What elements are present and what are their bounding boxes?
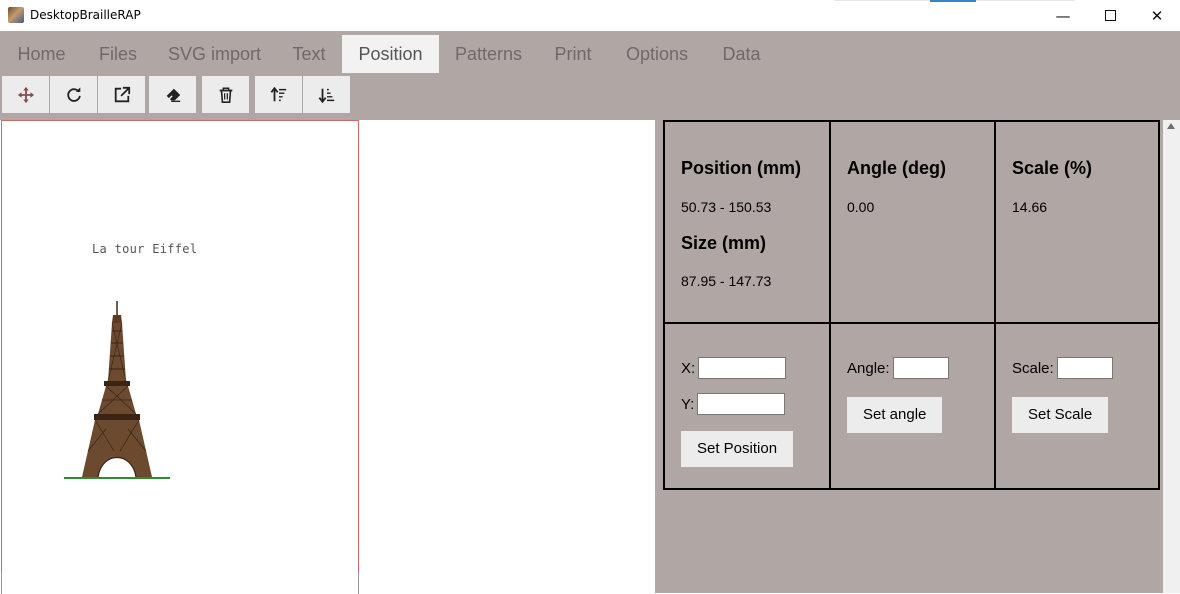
set-scale-button[interactable]: Set Scale bbox=[1012, 397, 1109, 433]
sort-up-button[interactable] bbox=[255, 76, 302, 113]
y-input[interactable] bbox=[697, 393, 786, 415]
tab-svg-import[interactable]: SVG import bbox=[153, 35, 276, 73]
angle-cell: Angle (deg) 0.00 bbox=[829, 120, 996, 324]
angle-form-cell: Angle: Set angle bbox=[829, 322, 996, 490]
x-input[interactable] bbox=[698, 357, 787, 379]
page-next bbox=[1, 572, 359, 594]
maximize-button[interactable] bbox=[1087, 0, 1133, 31]
set-position-button[interactable]: Set Position bbox=[681, 431, 794, 467]
erase-button[interactable] bbox=[149, 76, 196, 113]
angle-label: Angle: bbox=[847, 359, 890, 377]
y-row: Y: bbox=[681, 393, 813, 415]
tab-data[interactable]: Data bbox=[706, 35, 777, 73]
angle-value: 0.00 bbox=[847, 199, 875, 215]
angle-heading: Angle (deg) bbox=[847, 158, 946, 178]
close-icon: ✕ bbox=[1150, 6, 1164, 25]
tab-patterns[interactable]: Patterns bbox=[439, 35, 538, 73]
rotate-button[interactable] bbox=[50, 76, 97, 113]
menu-bar: Home Files SVG import Text Position Patt… bbox=[0, 31, 1180, 73]
x-row: X: bbox=[681, 357, 813, 379]
document-text[interactable]: La tour Eiffel bbox=[92, 242, 197, 256]
scroll-up-icon[interactable] bbox=[1167, 123, 1175, 129]
tab-home[interactable]: Home bbox=[0, 35, 83, 73]
scale-row: Scale: bbox=[1012, 357, 1142, 379]
eraser-icon bbox=[166, 88, 180, 102]
eiffel-tower-image[interactable] bbox=[62, 301, 172, 481]
export-button[interactable] bbox=[98, 76, 145, 113]
title-bar: DesktopBrailleRAP — ✕ bbox=[0, 0, 1180, 31]
position-heading: Position (mm) bbox=[681, 158, 801, 178]
tab-position[interactable]: Position bbox=[342, 35, 439, 73]
size-value: 87.95 - 147.73 bbox=[681, 273, 772, 289]
page[interactable]: La tour Eiffel bbox=[1, 120, 359, 573]
scale-input[interactable] bbox=[1056, 357, 1113, 379]
size-heading: Size (mm) bbox=[681, 233, 767, 253]
tab-options[interactable]: Options bbox=[608, 35, 706, 73]
title-accent bbox=[930, 0, 976, 2]
set-angle-button[interactable]: Set angle bbox=[847, 397, 943, 433]
toolbar bbox=[0, 73, 1180, 120]
scale-form-cell: Scale: Set Scale bbox=[994, 322, 1160, 490]
tab-print[interactable]: Print bbox=[538, 35, 608, 73]
scale-cell: Scale (%) 14.66 bbox=[994, 120, 1160, 324]
maximize-icon bbox=[1104, 10, 1116, 21]
rotate-icon bbox=[66, 86, 81, 102]
scale-label: Scale: bbox=[1012, 359, 1054, 377]
position-cell: Position (mm) 50.73 - 150.53 Size (mm) 8… bbox=[663, 120, 831, 324]
angle-row: Angle: bbox=[847, 357, 978, 379]
sort-down-button[interactable] bbox=[303, 76, 350, 113]
properties-panel: Position (mm) 50.73 - 150.53 Size (mm) 8… bbox=[655, 120, 1163, 593]
scale-value: 14.66 bbox=[1012, 199, 1048, 215]
minimize-icon: — bbox=[1055, 6, 1071, 25]
trash-icon bbox=[219, 87, 232, 103]
position-value: 50.73 - 150.53 bbox=[681, 199, 772, 215]
sort-descending-icon bbox=[318, 88, 334, 103]
close-button[interactable]: ✕ bbox=[1134, 0, 1180, 31]
minimize-button[interactable]: — bbox=[1040, 0, 1086, 31]
position-form-cell: X: Y: Set Position bbox=[663, 322, 831, 490]
angle-input[interactable] bbox=[892, 357, 949, 379]
tab-text[interactable]: Text bbox=[276, 35, 342, 73]
external-link-icon bbox=[114, 86, 130, 102]
move-button[interactable] bbox=[2, 76, 49, 113]
move-icon bbox=[17, 86, 34, 103]
y-label: Y: bbox=[681, 395, 695, 413]
app-icon bbox=[8, 7, 24, 23]
tab-files[interactable]: Files bbox=[83, 35, 153, 73]
sort-ascending-icon bbox=[270, 86, 286, 101]
properties-table: Position (mm) 50.73 - 150.53 Size (mm) 8… bbox=[663, 120, 1160, 490]
scale-heading: Scale (%) bbox=[1012, 158, 1093, 178]
window-title: DesktopBrailleRAP bbox=[30, 8, 141, 22]
document-canvas[interactable]: La tour Eiffel bbox=[0, 120, 655, 594]
x-label: X: bbox=[681, 359, 696, 377]
vertical-scrollbar[interactable] bbox=[1163, 120, 1180, 593]
delete-button[interactable] bbox=[202, 76, 249, 113]
